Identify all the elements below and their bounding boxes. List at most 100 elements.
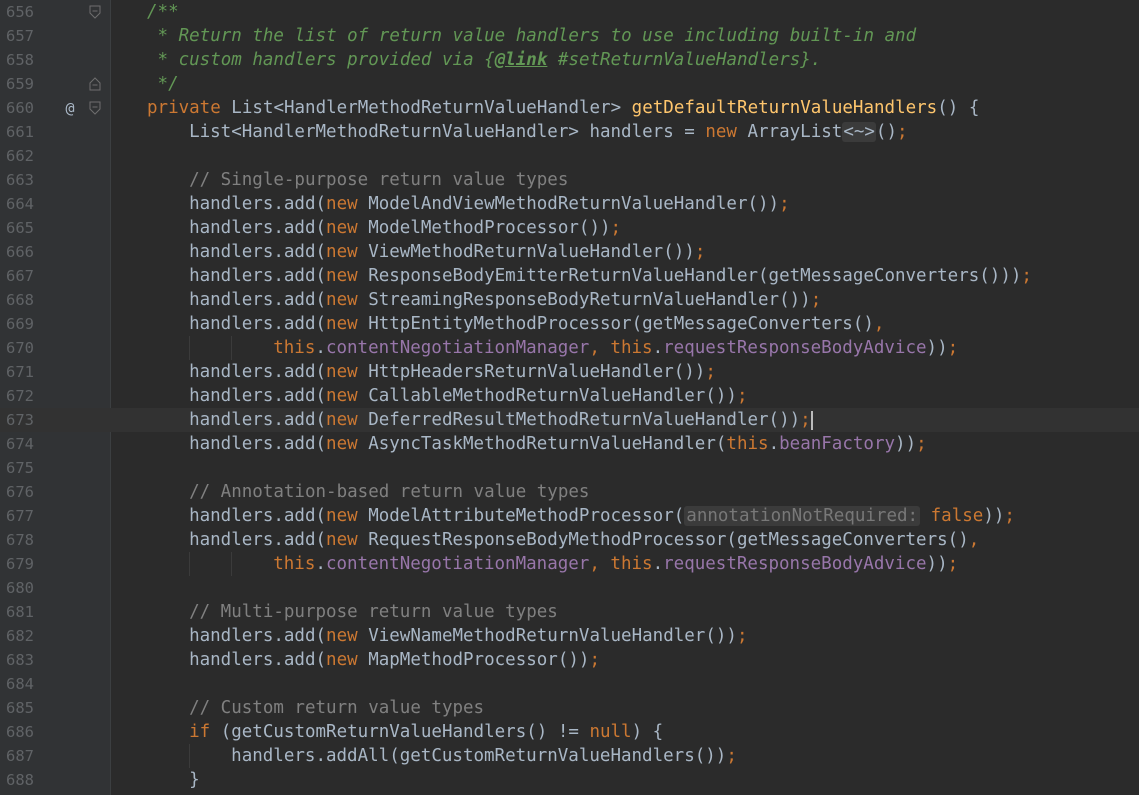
- code-text[interactable]: this.contentNegotiationManager, this.req…: [273, 336, 958, 360]
- code-text[interactable]: // Annotation-based return value types: [189, 480, 589, 504]
- code-line[interactable]: 656 /**: [0, 0, 1139, 24]
- code-area[interactable]: 656/** 657 * Return the list of return va…: [0, 0, 1139, 795]
- code-text[interactable]: */: [147, 72, 179, 96]
- code-line[interactable]: 668 handlers.add(new StreamingResponseBod…: [0, 288, 1139, 312]
- code-line-current[interactable]: 673 handlers.add(new DeferredResultMethod…: [0, 408, 1139, 432]
- line-number[interactable]: 657: [0, 24, 34, 48]
- code-line[interactable]: 688}: [0, 768, 1139, 792]
- code-line[interactable]: 683 handlers.add(new MapMethodProcessor()…: [0, 648, 1139, 672]
- code-line[interactable]: 663 // Single-purpose return value types: [0, 168, 1139, 192]
- line-number[interactable]: 686: [0, 720, 34, 744]
- code-line[interactable]: 675: [0, 456, 1139, 480]
- code-line[interactable]: 679 this.contentNegotiationManager, this.…: [0, 552, 1139, 576]
- code-line[interactable]: 671 handlers.add(new HttpHeadersReturnVal…: [0, 360, 1139, 384]
- code-editor[interactable]: 656/** 657 * Return the list of return va…: [0, 0, 1139, 795]
- line-number[interactable]: 666: [0, 240, 34, 264]
- line-number[interactable]: 683: [0, 648, 34, 672]
- code-text[interactable]: * Return the list of return value handle…: [147, 24, 917, 48]
- code-text[interactable]: }: [189, 768, 200, 792]
- code-text[interactable]: this.contentNegotiationManager, this.req…: [273, 552, 958, 576]
- line-number[interactable]: 680: [0, 576, 34, 600]
- code-text[interactable]: handlers.add(new ModelMethodProcessor())…: [189, 216, 621, 240]
- code-text[interactable]: handlers.add(new MapMethodProcessor());: [189, 648, 600, 672]
- line-number[interactable]: 658: [0, 48, 34, 72]
- line-number[interactable]: 667: [0, 264, 34, 288]
- code-line[interactable]: 672 handlers.add(new CallableMethodReturn…: [0, 384, 1139, 408]
- line-number[interactable]: 685: [0, 696, 34, 720]
- code-text[interactable]: handlers.add(new HttpHeadersReturnValueH…: [189, 360, 716, 384]
- code-line[interactable]: 684: [0, 672, 1139, 696]
- fold-collapse-icon[interactable]: [88, 101, 102, 115]
- line-number[interactable]: 674: [0, 432, 34, 456]
- code-text[interactable]: handlers.addAll(getCustomReturnValueHand…: [231, 744, 737, 768]
- line-number[interactable]: 656: [0, 0, 34, 24]
- code-text[interactable]: // Custom return value types: [189, 696, 484, 720]
- code-line[interactable]: 678 handlers.add(new RequestResponseBodyM…: [0, 528, 1139, 552]
- code-line[interactable]: 665 handlers.add(new ModelMethodProcessor…: [0, 216, 1139, 240]
- line-number[interactable]: 659: [0, 72, 34, 96]
- code-text[interactable]: handlers.add(new HttpEntityMethodProcess…: [189, 312, 884, 336]
- line-number[interactable]: 671: [0, 360, 34, 384]
- line-number[interactable]: 668: [0, 288, 34, 312]
- code-text[interactable]: handlers.add(new AsyncTaskMethodReturnVa…: [189, 432, 927, 456]
- code-line[interactable]: 666 handlers.add(new ViewMethodReturnValu…: [0, 240, 1139, 264]
- code-line[interactable]: 676 // Annotation-based return value type…: [0, 480, 1139, 504]
- line-number[interactable]: 670: [0, 336, 34, 360]
- code-text[interactable]: handlers.add(new ModelAndViewMethodRetur…: [189, 192, 790, 216]
- line-number[interactable]: 665: [0, 216, 34, 240]
- code-text[interactable]: List<HandlerMethodReturnValueHandler> ha…: [189, 120, 908, 144]
- code-line[interactable]: 685 // Custom return value types: [0, 696, 1139, 720]
- line-number[interactable]: 677: [0, 504, 34, 528]
- code-text[interactable]: /**: [147, 0, 179, 24]
- code-line[interactable]: 658 * custom handlers provided via {@lin…: [0, 48, 1139, 72]
- line-number[interactable]: 661: [0, 120, 34, 144]
- code-line[interactable]: 687 handlers.addAll(getCustomReturnValueH…: [0, 744, 1139, 768]
- fold-end-icon[interactable]: [88, 77, 102, 91]
- code-line[interactable]: 669 handlers.add(new HttpEntityMethodProc…: [0, 312, 1139, 336]
- code-text[interactable]: if (getCustomReturnValueHandlers() != nu…: [189, 720, 663, 744]
- code-line[interactable]: 670 this.contentNegotiationManager, this.…: [0, 336, 1139, 360]
- line-number[interactable]: 678: [0, 528, 34, 552]
- code-line[interactable]: 659 */: [0, 72, 1139, 96]
- code-line[interactable]: 661 List<HandlerMethodReturnValueHandler>…: [0, 120, 1139, 144]
- line-number[interactable]: 682: [0, 624, 34, 648]
- code-line[interactable]: 682 handlers.add(new ViewNameMethodReturn…: [0, 624, 1139, 648]
- code-line[interactable]: 674 handlers.add(new AsyncTaskMethodRetur…: [0, 432, 1139, 456]
- line-number[interactable]: 679: [0, 552, 34, 576]
- fold-collapse-icon[interactable]: [88, 5, 102, 19]
- line-number[interactable]: 684: [0, 672, 34, 696]
- code-text[interactable]: handlers.add(new CallableMethodReturnVal…: [189, 384, 747, 408]
- code-line[interactable]: 660 @ private List<HandlerMethodReturnValu…: [0, 96, 1139, 120]
- line-number[interactable]: 675: [0, 456, 34, 480]
- line-number[interactable]: 688: [0, 768, 34, 792]
- code-text[interactable]: handlers.add(new ViewMethodReturnValueHa…: [189, 240, 705, 264]
- code-line[interactable]: 662: [0, 144, 1139, 168]
- code-text[interactable]: handlers.add(new StreamingResponseBodyRe…: [189, 288, 821, 312]
- line-number[interactable]: 669: [0, 312, 34, 336]
- code-text[interactable]: handlers.add(new DeferredResultMethodRet…: [189, 408, 813, 432]
- line-number[interactable]: 672: [0, 384, 34, 408]
- code-line[interactable]: 680: [0, 576, 1139, 600]
- code-line[interactable]: 667 handlers.add(new ResponseBodyEmitterR…: [0, 264, 1139, 288]
- code-text[interactable]: * custom handlers provided via {@link #s…: [147, 48, 822, 72]
- code-text[interactable]: handlers.add(new ResponseBodyEmitterRetu…: [189, 264, 1032, 288]
- code-text[interactable]: handlers.add(new ViewNameMethodReturnVal…: [189, 624, 747, 648]
- code-text[interactable]: private List<HandlerMethodReturnValueHan…: [147, 96, 979, 120]
- line-number[interactable]: 687: [0, 744, 34, 768]
- line-number[interactable]: 664: [0, 192, 34, 216]
- code-line[interactable]: 686 if (getCustomReturnValueHandlers() !=…: [0, 720, 1139, 744]
- line-number[interactable]: 681: [0, 600, 34, 624]
- override-method-icon[interactable]: @: [60, 96, 80, 120]
- code-text[interactable]: handlers.add(new RequestResponseBodyMeth…: [189, 528, 979, 552]
- line-number[interactable]: 663: [0, 168, 34, 192]
- code-line[interactable]: 664 handlers.add(new ModelAndViewMethodRe…: [0, 192, 1139, 216]
- code-line[interactable]: 681 // Multi-purpose return value types: [0, 600, 1139, 624]
- code-line[interactable]: 677 handlers.add(new ModelAttributeMethod…: [0, 504, 1139, 528]
- code-line[interactable]: 657 * Return the list of return value ha…: [0, 24, 1139, 48]
- line-number[interactable]: 662: [0, 144, 34, 168]
- line-number[interactable]: 673: [0, 408, 34, 432]
- code-text[interactable]: handlers.add(new ModelAttributeMethodPro…: [189, 504, 1015, 528]
- code-text[interactable]: // Single-purpose return value types: [189, 168, 568, 192]
- line-number[interactable]: 676: [0, 480, 34, 504]
- code-text[interactable]: // Multi-purpose return value types: [189, 600, 558, 624]
